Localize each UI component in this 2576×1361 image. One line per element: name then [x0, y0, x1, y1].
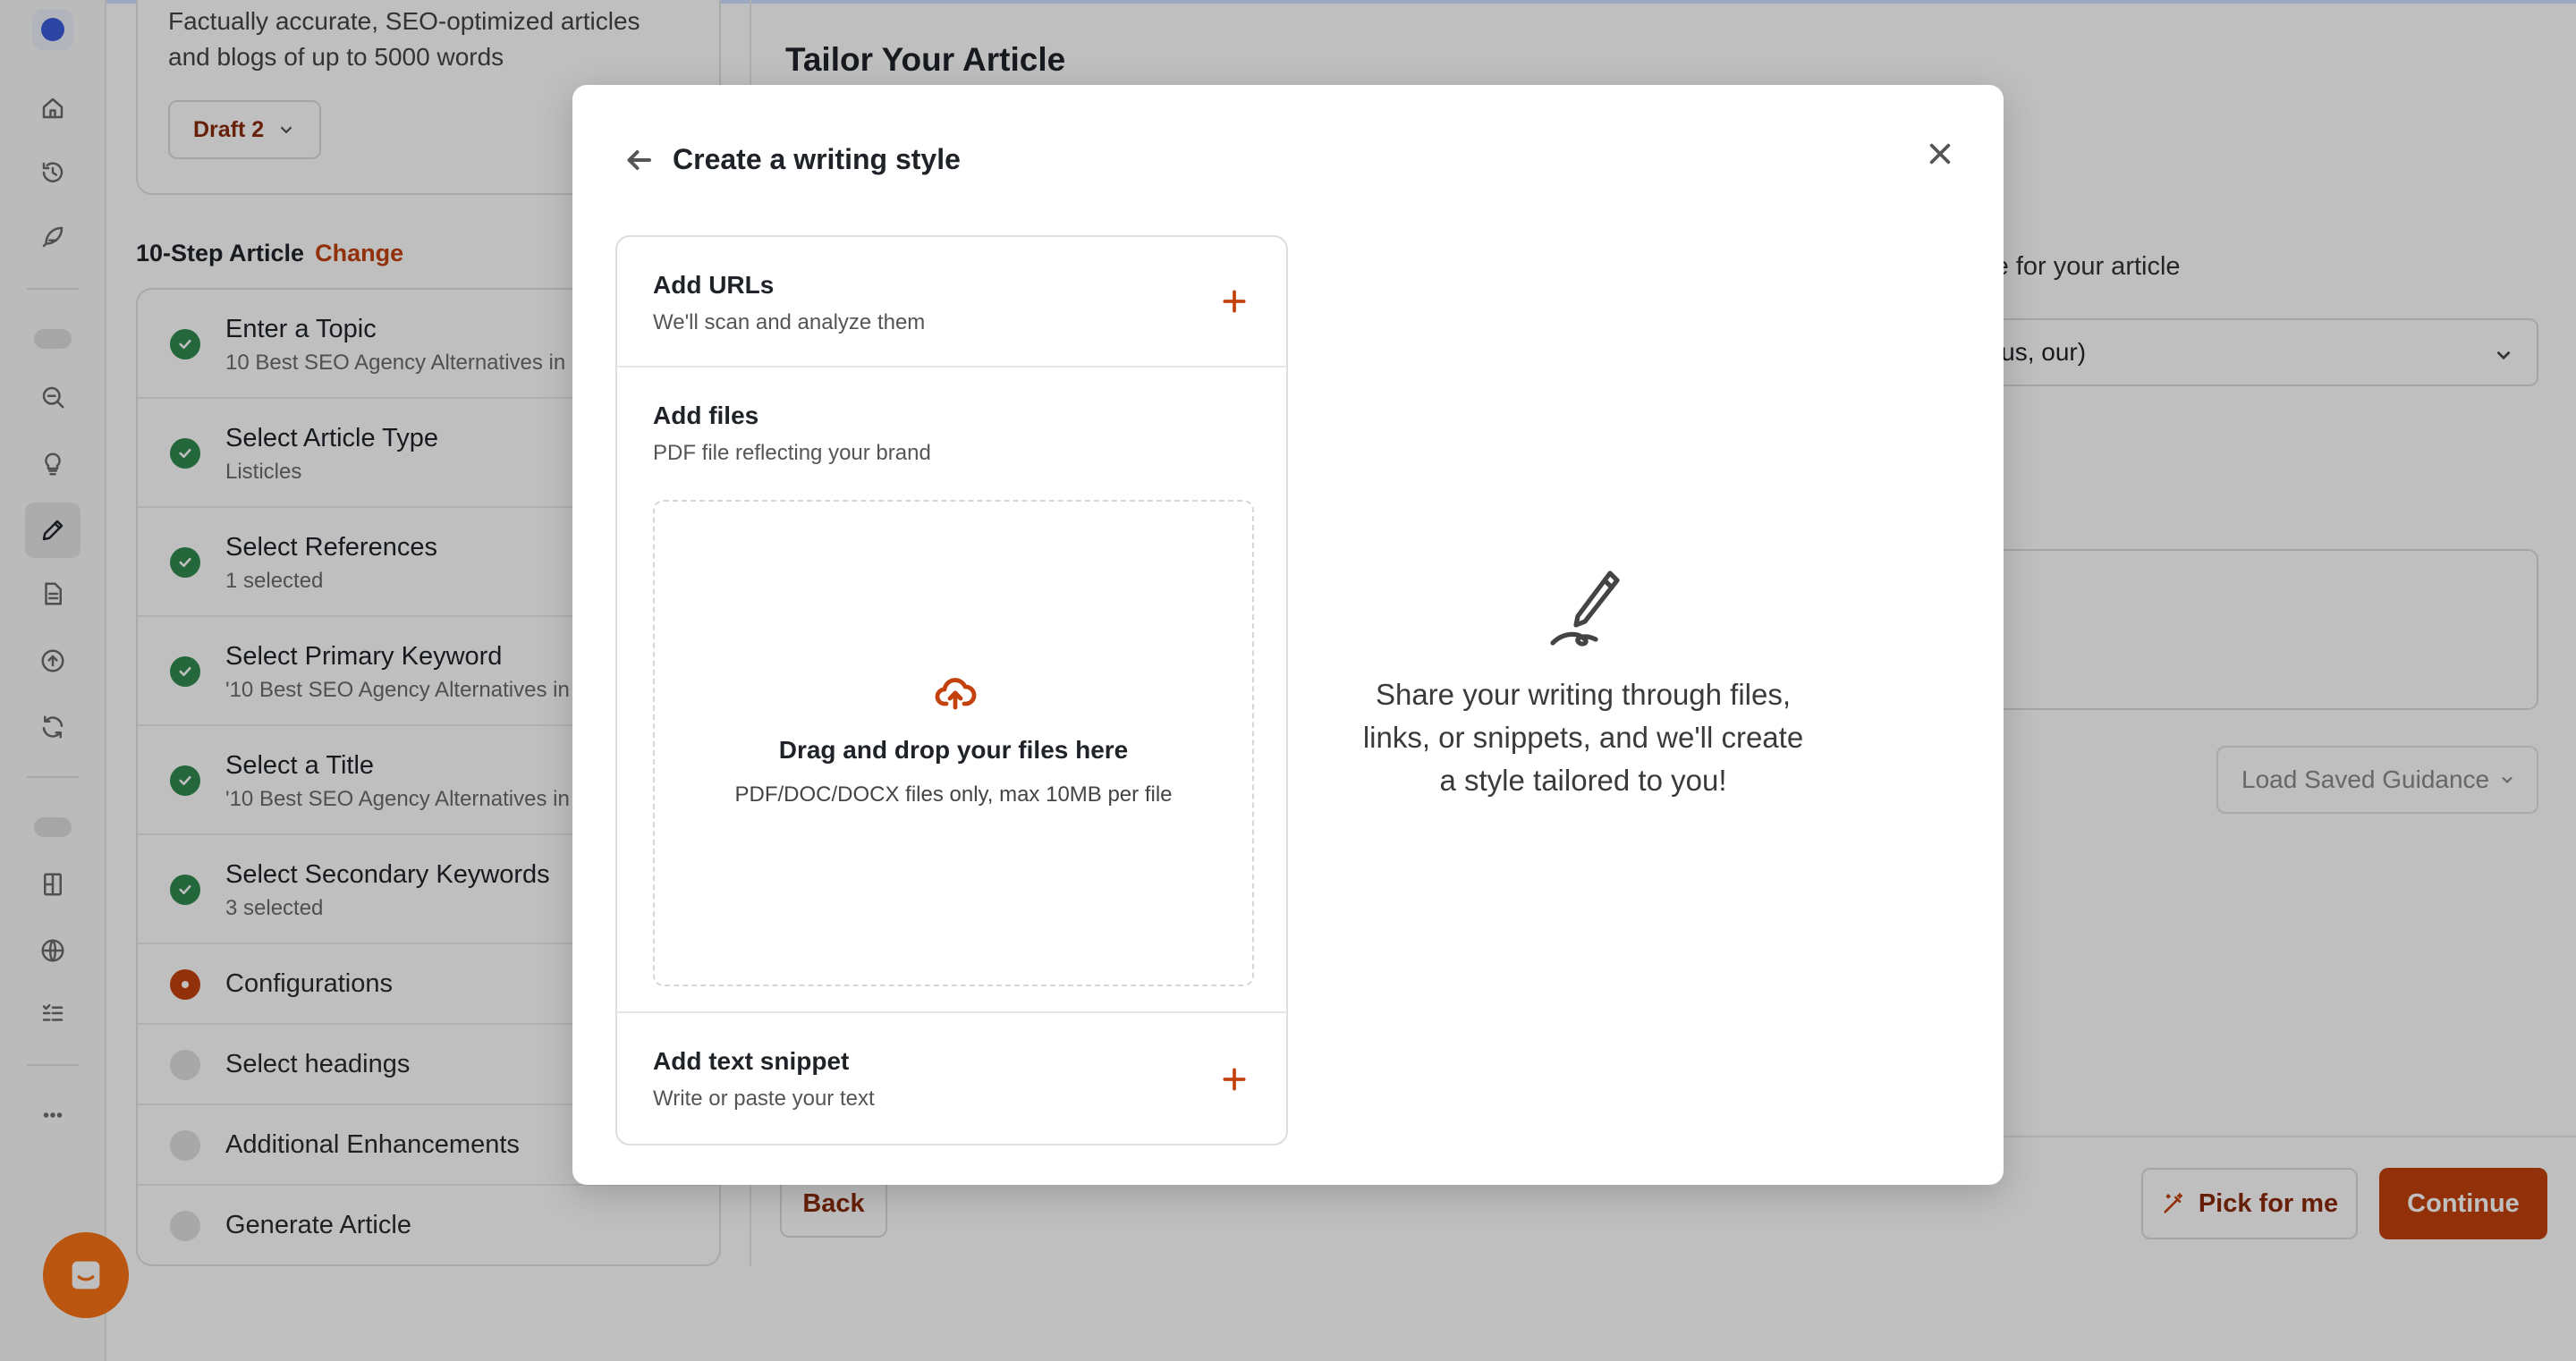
- pen-signature-icon: [1546, 568, 1621, 650]
- writing-style-help-text: Share your writing through files, links,…: [1362, 678, 1804, 797]
- close-icon[interactable]: [1919, 133, 1961, 174]
- cloud-upload-icon: [934, 672, 977, 714]
- plus-icon[interactable]: [1216, 283, 1252, 319]
- add-urls-subtitle: We'll scan and analyze them: [653, 310, 926, 334]
- add-urls-title: Add URLs: [653, 271, 775, 299]
- plus-icon[interactable]: [1216, 1061, 1252, 1097]
- file-dropzone[interactable]: Drag and drop your files here PDF/DOC/DO…: [653, 500, 1254, 986]
- add-files-section: Add files PDF file reflecting your brand…: [617, 368, 1286, 1013]
- add-files-subtitle: PDF file reflecting your brand: [653, 441, 931, 465]
- add-urls-section[interactable]: Add URLs We'll scan and analyze them: [617, 237, 1286, 368]
- dropzone-title: Drag and drop your files here: [778, 736, 1129, 764]
- arrow-left-icon[interactable]: [619, 140, 658, 180]
- add-snippet-title: Add text snippet: [653, 1047, 850, 1075]
- writing-style-modal: Create a writing style Add URLs We'll sc…: [572, 85, 2004, 1185]
- add-snippet-section[interactable]: Add text snippet Write or paste your tex…: [617, 1013, 1286, 1144]
- dropzone-subtitle: PDF/DOC/DOCX files only, max 10MB per fi…: [734, 782, 1173, 807]
- modal-title: Create a writing style: [673, 143, 961, 175]
- style-sources-panel: Add URLs We'll scan and analyze them Add…: [615, 235, 1288, 1145]
- add-snippet-subtitle: Write or paste your text: [653, 1086, 875, 1111]
- add-files-title: Add files: [653, 402, 759, 429]
